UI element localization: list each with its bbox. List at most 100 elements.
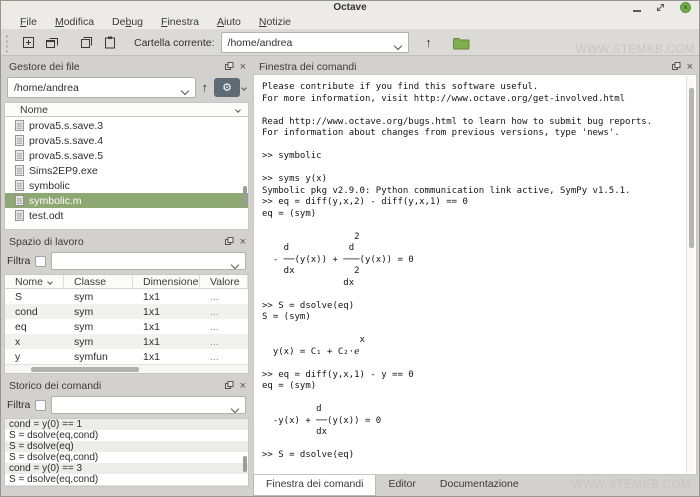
workspace-row[interactable]: condsym1x1...: [5, 304, 248, 319]
workspace-filter-combobox[interactable]: [51, 252, 246, 270]
copy-icon: [79, 35, 94, 50]
minimize-button[interactable]: [633, 10, 641, 12]
maximize-button[interactable]: [655, 2, 666, 13]
chevron-down-icon: [231, 261, 239, 269]
open-file-button[interactable]: [40, 32, 64, 53]
workspace-panel: Spazio di lavoro × Filtra NomeClasseDime…: [3, 234, 250, 375]
paste-button[interactable]: [98, 32, 122, 53]
history-filter-combobox[interactable]: [51, 396, 246, 414]
history-item[interactable]: S = dsolve(eq,cond): [5, 452, 248, 463]
close-panel-icon[interactable]: ×: [687, 62, 693, 72]
undock-icon[interactable]: [225, 381, 234, 390]
workspace-table-header: Nome Classe DimensioneValore: [5, 275, 248, 289]
file-path-combobox[interactable]: /home/andrea: [7, 77, 196, 98]
file-list-scrollbar[interactable]: [243, 186, 247, 206]
close-panel-icon[interactable]: ×: [240, 381, 246, 391]
new-script-button[interactable]: [16, 32, 40, 53]
chevron-down-icon: [231, 405, 239, 413]
menu-item-aiuto[interactable]: Aiuto: [208, 15, 250, 29]
close-panel-icon[interactable]: ×: [240, 237, 246, 247]
tab-finestra-dei-comandi[interactable]: Finestra dei comandi: [253, 475, 376, 496]
octave-window: Octave × FileModificaDebugFinestraAiutoN…: [0, 0, 700, 497]
file-column-header[interactable]: Nome: [4, 102, 249, 117]
column-label: Dimensione: [143, 276, 198, 288]
tab-documentazione[interactable]: Documentazione: [428, 475, 531, 496]
file-row[interactable]: prova5.s.save.4: [5, 133, 248, 148]
undock-icon[interactable]: [225, 62, 234, 71]
tab-editor[interactable]: Editor: [376, 475, 427, 496]
tab-bar: Finestra dei comandiEditorDocumentazione…: [253, 475, 697, 496]
folder-up-button[interactable]: ↑: [417, 32, 441, 53]
browse-folder-button[interactable]: [449, 32, 473, 53]
chevron-down-icon: [393, 42, 401, 50]
current-folder-label: Cartella corrente:: [134, 37, 215, 49]
chevron-down-icon: [241, 85, 247, 91]
workspace-cell: x: [5, 334, 64, 349]
column-label: Classe: [74, 276, 106, 288]
command-window-panel: Finestra dei comandi × Please contribute…: [253, 59, 697, 496]
file-row[interactable]: symbolic.m: [5, 193, 248, 208]
workspace-cell: ...: [200, 319, 248, 334]
workspace-table-body: Ssym1x1...condsym1x1...eqsym1x1...xsym1x…: [5, 289, 248, 364]
undock-icon[interactable]: [672, 62, 681, 71]
undock-icon[interactable]: [225, 237, 234, 246]
workspace-cell: ...: [200, 289, 248, 304]
menu-item-notizie[interactable]: Notizie: [250, 15, 300, 29]
workspace-cell: y: [5, 349, 64, 364]
file-row[interactable]: Sims2EP9.exe: [5, 163, 248, 178]
close-panel-icon[interactable]: ×: [240, 62, 246, 72]
file-path-value: /home/andrea: [14, 82, 79, 94]
chevron-down-icon: [180, 87, 188, 95]
watermark-top: WWW.STEMKB.COM: [576, 44, 695, 56]
workspace-table: Nome Classe DimensioneValore Ssym1x1...con…: [4, 274, 249, 374]
workspace-cell: sym: [64, 304, 133, 319]
history-item[interactable]: S = dsolve(eq): [5, 441, 248, 452]
workspace-row[interactable]: xsym1x1...: [5, 334, 248, 349]
file-name: prova5.s.save.5: [29, 150, 103, 162]
current-folder-combobox[interactable]: /home/andrea: [221, 32, 409, 53]
copy-button[interactable]: [74, 32, 98, 53]
workspace-row[interactable]: ysymfun1x1...: [5, 349, 248, 364]
workspace-hscrollbar[interactable]: [5, 364, 248, 373]
directory-up-button[interactable]: ↑: [202, 80, 209, 95]
history-hscrollbar[interactable]: [5, 485, 248, 486]
history-scrollbar[interactable]: [243, 456, 247, 472]
file-icon: [15, 210, 24, 221]
history-item[interactable]: cond = y(0) == 1: [5, 419, 248, 430]
workspace-cell: 1x1: [133, 349, 200, 364]
workspace-row[interactable]: Ssym1x1...: [5, 289, 248, 304]
gear-icon: ⚙: [222, 81, 232, 94]
history-item[interactable]: S = dsolve(eq,cond): [5, 430, 248, 441]
file-row[interactable]: symbolic: [5, 178, 248, 193]
workspace-cell: sym: [64, 334, 133, 349]
file-icon: [15, 195, 24, 206]
file-row[interactable]: prova5.s.save.3: [5, 118, 248, 133]
window-title: Octave: [1, 2, 699, 13]
file-row[interactable]: prova5.s.save.5: [5, 148, 248, 163]
new-script-icon: [21, 35, 36, 50]
history-item[interactable]: S = dsolve(eq,cond): [5, 474, 248, 485]
folder-actions-button[interactable]: ⚙: [214, 78, 240, 97]
file-icon: [15, 120, 24, 131]
workspace-filter-checkbox[interactable]: [35, 256, 46, 267]
history-item[interactable]: cond = y(0) == 3: [5, 463, 248, 474]
close-button[interactable]: ×: [680, 2, 691, 13]
workspace-cell: ...: [200, 349, 248, 364]
workspace-row[interactable]: eqsym1x1...: [5, 319, 248, 334]
file-row[interactable]: test.odt: [5, 208, 248, 223]
menu-item-debug[interactable]: Debug: [103, 15, 152, 29]
workspace-column-header[interactable]: Valore: [200, 275, 248, 288]
file-icon: [15, 165, 24, 176]
workspace-column-header[interactable]: Classe: [64, 275, 133, 288]
workspace-column-header[interactable]: Nome: [5, 275, 64, 288]
menu-item-file[interactable]: File: [11, 15, 46, 29]
toolbar-grip[interactable]: [5, 34, 10, 52]
terminal-scrollbar[interactable]: [686, 76, 695, 473]
workspace-filter-label: Filtra: [7, 255, 30, 267]
menu-item-modifica[interactable]: Modifica: [46, 15, 103, 29]
terminal-area[interactable]: Please contribute if you find this softw…: [253, 74, 697, 475]
history-filter-checkbox[interactable]: [35, 400, 46, 411]
file-icon: [15, 135, 24, 146]
menu-item-finestra[interactable]: Finestra: [152, 15, 208, 29]
workspace-column-header[interactable]: Dimensione: [133, 275, 200, 288]
